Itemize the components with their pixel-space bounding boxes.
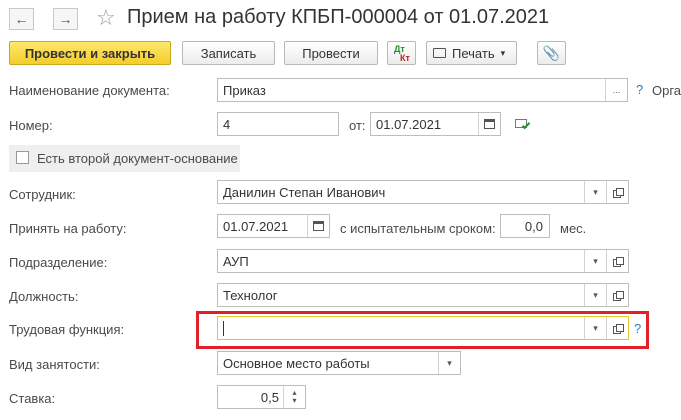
- arrow-right-icon: →: [58, 11, 73, 27]
- doc-name-help[interactable]: ?: [636, 82, 643, 97]
- attach-button[interactable]: 📎: [537, 41, 566, 65]
- doc-name-label: Наименование документа:: [9, 83, 170, 98]
- more-label: ...: [612, 85, 621, 95]
- probation-value: 0,0: [524, 219, 543, 234]
- labor-function-label: Трудовая функция:: [9, 322, 125, 337]
- chevron-down-icon: ▾: [593, 186, 598, 197]
- doc-name-field[interactable]: Приказ ...: [217, 78, 628, 102]
- forward-button[interactable]: →: [53, 8, 78, 30]
- employee-dropdown-button[interactable]: ▾: [584, 181, 606, 203]
- employment-type-value: Основное место работы: [223, 356, 370, 371]
- rate-field[interactable]: 0,5 ▴ ▾: [217, 385, 306, 409]
- chevron-down-icon: ▾: [447, 357, 452, 368]
- calendar-icon: [313, 221, 324, 231]
- second-doc-panel: Есть второй документ-основание: [9, 145, 240, 172]
- date-from-label: от:: [349, 118, 366, 133]
- employment-type-dropdown-button[interactable]: ▾: [438, 352, 460, 374]
- print-button[interactable]: Печать ▾: [426, 41, 517, 65]
- employee-label: Сотрудник:: [9, 187, 76, 202]
- department-value: АУП: [223, 254, 249, 269]
- save-button[interactable]: Записать: [182, 41, 275, 65]
- number-field[interactable]: 4: [217, 112, 339, 136]
- post-and-close-label: Провести и закрыть: [24, 45, 156, 61]
- date-field[interactable]: 01.07.2021: [370, 112, 501, 136]
- page-title: Прием на работу КПБП-000004 от 01.07.202…: [127, 6, 550, 28]
- open-icon: [612, 187, 624, 198]
- post-and-close-button[interactable]: Провести и закрыть: [9, 41, 171, 65]
- rate-value: 0,5: [260, 390, 279, 405]
- department-open-button[interactable]: [606, 250, 628, 272]
- back-button[interactable]: ←: [9, 8, 34, 30]
- hire-label: Принять на работу:: [9, 221, 127, 236]
- position-field[interactable]: Технолог ▾: [217, 283, 629, 307]
- rate-spinner[interactable]: ▴ ▾: [283, 386, 305, 408]
- department-dropdown-button[interactable]: ▾: [584, 250, 606, 272]
- position-label: Должность:: [9, 289, 79, 304]
- post-label: Провести: [302, 45, 360, 61]
- paperclip-icon: 📎: [542, 44, 561, 61]
- position-value: Технолог: [223, 288, 278, 303]
- open-icon: [612, 290, 624, 301]
- chevron-down-icon: ▾: [593, 255, 598, 266]
- rate-label: Ставка:: [9, 391, 56, 406]
- print-label: Печать: [452, 45, 495, 61]
- department-label: Подразделение:: [9, 255, 108, 270]
- document-status-icon[interactable]: [515, 118, 531, 130]
- kt-label: Кт: [400, 53, 410, 63]
- printer-icon: [433, 48, 446, 58]
- second-doc-label: Есть второй документ-основание: [37, 151, 238, 166]
- highlight-box: [196, 311, 649, 349]
- position-dropdown-button[interactable]: ▾: [584, 284, 606, 306]
- employee-field[interactable]: Данилин Степан Иванович ▾: [217, 180, 629, 204]
- employment-type-label: Вид занятости:: [9, 357, 100, 372]
- hire-date-value: 01.07.2021: [223, 219, 289, 234]
- second-doc-checkbox[interactable]: [16, 151, 29, 164]
- select-more-button[interactable]: ...: [605, 79, 627, 101]
- open-icon: [612, 256, 624, 267]
- date-value: 01.07.2021: [376, 117, 442, 132]
- chevron-down-icon: ▾: [593, 289, 598, 300]
- department-field[interactable]: АУП ▾: [217, 249, 629, 273]
- calendar-icon: [484, 119, 495, 129]
- probation-label: с испытательным сроком:: [340, 221, 496, 236]
- employment-type-field[interactable]: Основное место работы ▾: [217, 351, 461, 375]
- organization-label: Орга: [652, 83, 681, 98]
- employee-value: Данилин Степан Иванович: [223, 185, 386, 200]
- chevron-down-icon: ▾: [292, 396, 297, 405]
- hire-date-field[interactable]: 01.07.2021: [217, 214, 330, 238]
- arrow-left-icon: ←: [14, 11, 29, 27]
- calendar-button[interactable]: [478, 113, 500, 135]
- doc-name-value: Приказ: [223, 83, 266, 98]
- chevron-down-icon: ▾: [500, 47, 506, 58]
- save-label: Записать: [200, 45, 257, 61]
- months-label: мес.: [560, 221, 587, 236]
- hire-calendar-button[interactable]: [307, 215, 329, 237]
- post-button[interactable]: Провести: [284, 41, 378, 65]
- position-open-button[interactable]: [606, 284, 628, 306]
- number-value: 4: [223, 117, 231, 132]
- probation-field[interactable]: 0,0: [500, 214, 550, 238]
- employee-open-button[interactable]: [606, 181, 628, 203]
- dt-kt-button[interactable]: Дт Кт: [387, 41, 416, 65]
- star-icon[interactable]: ☆: [96, 6, 116, 30]
- number-label: Номер:: [9, 118, 53, 133]
